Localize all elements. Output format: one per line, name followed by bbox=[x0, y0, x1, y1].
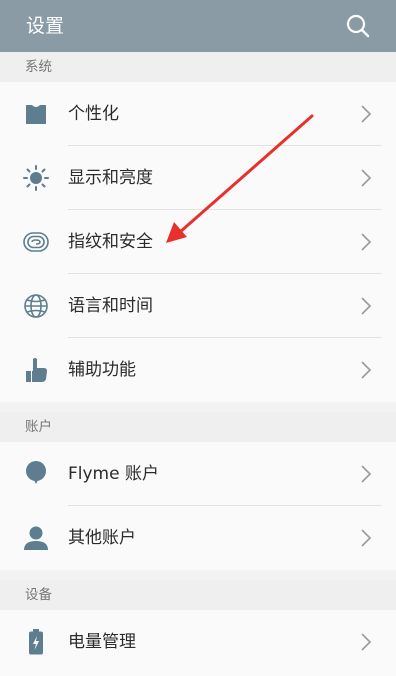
settings-item-display-brightness[interactable]: 显示和亮度 bbox=[0, 146, 396, 210]
chevron-right-icon bbox=[360, 465, 372, 483]
settings-item-label: 其他账户 bbox=[68, 528, 136, 548]
account-settings-group: Flyme 账户 其他账户 bbox=[0, 442, 396, 570]
hand-pointer-icon bbox=[22, 357, 50, 383]
device-settings-group: 电量管理 bbox=[0, 610, 396, 676]
settings-item-label: 个性化 bbox=[68, 104, 119, 124]
fingerprint-icon bbox=[22, 229, 50, 255]
person-icon bbox=[22, 525, 50, 551]
section-title-device: 设备 bbox=[25, 587, 52, 603]
chevron-right-icon bbox=[360, 105, 372, 123]
settings-item-fingerprint-security[interactable]: 指纹和安全 bbox=[0, 210, 396, 274]
balloon-icon bbox=[22, 461, 50, 487]
section-header-system: 系统 bbox=[0, 52, 396, 82]
chevron-right-icon bbox=[360, 361, 372, 379]
section-header-device: 设备 bbox=[0, 580, 396, 610]
chevron-right-icon bbox=[360, 233, 372, 251]
settings-item-battery-management[interactable]: 电量管理 bbox=[0, 610, 396, 674]
battery-icon bbox=[22, 629, 50, 655]
search-icon[interactable] bbox=[346, 14, 370, 38]
settings-item-accessibility[interactable]: 辅助功能 bbox=[0, 338, 396, 402]
settings-item-label: Flyme 账户 bbox=[68, 464, 159, 484]
chevron-right-icon bbox=[360, 633, 372, 651]
page-title: 设置 bbox=[26, 15, 65, 37]
settings-item-language-time[interactable]: 语言和时间 bbox=[0, 274, 396, 338]
globe-icon bbox=[22, 293, 50, 319]
settings-item-flyme-account[interactable]: Flyme 账户 bbox=[0, 442, 396, 506]
settings-item-label: 语言和时间 bbox=[68, 296, 153, 316]
settings-item-label: 显示和亮度 bbox=[68, 168, 153, 188]
settings-item-label: 电量管理 bbox=[68, 632, 136, 652]
settings-item-label: 指纹和安全 bbox=[68, 232, 153, 252]
chevron-right-icon bbox=[360, 529, 372, 547]
chevron-right-icon bbox=[360, 297, 372, 315]
system-settings-group: 个性化 显示和亮度 指纹和安全 语言和时间 辅助功能 bbox=[0, 82, 396, 402]
section-header-account: 账户 bbox=[0, 412, 396, 442]
section-title-account: 账户 bbox=[25, 419, 52, 435]
chevron-right-icon bbox=[360, 169, 372, 187]
settings-item-label: 辅助功能 bbox=[68, 360, 136, 380]
settings-item-personalize[interactable]: 个性化 bbox=[0, 82, 396, 146]
section-title-system: 系统 bbox=[25, 59, 52, 75]
app-bar: 设置 bbox=[0, 0, 396, 52]
settings-item-other-accounts[interactable]: 其他账户 bbox=[0, 506, 396, 570]
brightness-icon bbox=[22, 165, 50, 191]
personalize-icon bbox=[22, 101, 50, 127]
